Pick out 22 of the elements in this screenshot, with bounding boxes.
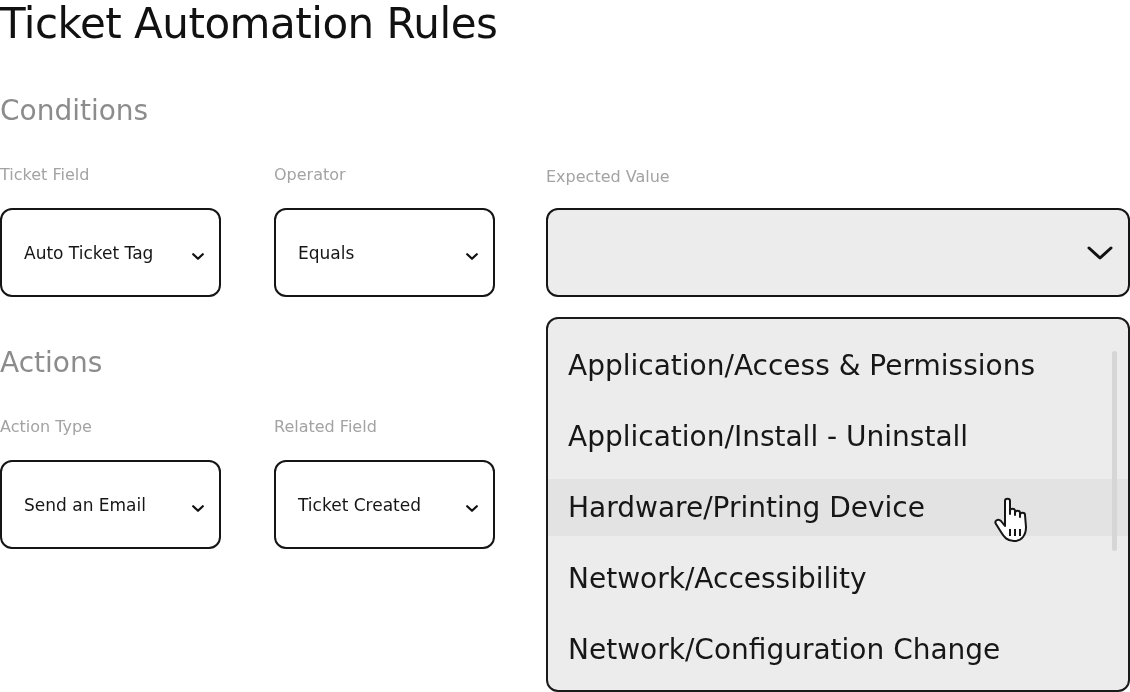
dropdown-field[interactable] [546,208,1130,297]
dropdown-option[interactable]: Network/Accessibility [548,543,1128,614]
dropdown-field[interactable]: Equals [274,208,495,297]
dropdown-option[interactable]: Application/Access & Permissions [548,330,1128,401]
chevron-down-icon [465,252,479,261]
dropdown-option[interactable]: Application/Install - Uninstall [548,401,1128,472]
field-label: Ticket Field [0,165,91,185]
dropdown-field[interactable]: Auto Ticket Tag [0,208,221,297]
field-label: Related Field [274,417,378,437]
field-label: Action Type [0,417,93,437]
dropdown-option[interactable]: Network/Configuration Change [548,614,1128,685]
section-heading: Conditions [0,95,149,127]
dropdown-field[interactable]: Ticket Created [274,460,495,549]
chevron-down-icon [465,504,479,513]
field-label: Operator [274,165,347,185]
chevron-down-icon [1086,244,1114,261]
dropdown-field[interactable]: Send an Email [0,460,221,549]
chevron-down-icon [191,504,205,513]
page-title: Ticket Automation Rules [0,0,499,48]
section-heading: Actions [0,347,103,379]
chevron-down-icon [191,252,205,261]
field-label: Expected Value [546,167,671,187]
